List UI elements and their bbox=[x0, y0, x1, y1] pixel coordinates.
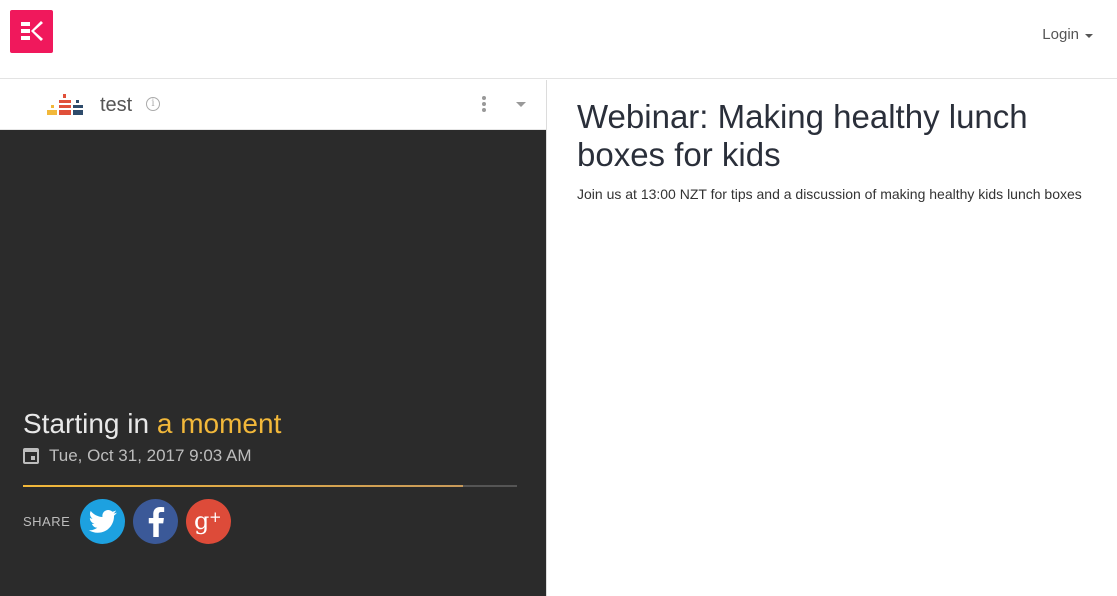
top-navbar: Login bbox=[0, 0, 1117, 79]
share-row: SHARE g + bbox=[23, 499, 232, 544]
event-date: Tue, Oct 31, 2017 9:03 AM bbox=[49, 446, 252, 465]
countdown-prefix: Starting in bbox=[23, 408, 150, 439]
event-player-panel: test i Starting in a moment Tue, Oct 31,… bbox=[0, 80, 546, 596]
kebab-menu-icon[interactable] bbox=[481, 96, 487, 114]
brand-logo-icon[interactable] bbox=[10, 10, 53, 53]
podium-bars-icon bbox=[47, 94, 83, 115]
chevron-down-icon[interactable] bbox=[516, 102, 526, 107]
caret-down-icon bbox=[1085, 33, 1093, 38]
countdown-heading: Starting in a moment bbox=[23, 408, 281, 440]
svg-text:g: g bbox=[194, 507, 209, 535]
twitter-icon[interactable] bbox=[80, 499, 126, 544]
channel-name[interactable]: test bbox=[100, 94, 132, 117]
info-icon[interactable]: i bbox=[146, 97, 160, 111]
event-description: Join us at 13:00 NZT for tips and a disc… bbox=[577, 186, 1082, 202]
channel-bar: test i bbox=[0, 80, 546, 130]
video-player[interactable]: Starting in a moment Tue, Oct 31, 2017 9… bbox=[0, 130, 546, 596]
event-title: Webinar: Making healthy lunch boxes for … bbox=[577, 98, 1028, 173]
event-details: Webinar: Making healthy lunch boxes for … bbox=[577, 98, 1107, 202]
share-label: SHARE bbox=[23, 514, 71, 529]
facebook-icon[interactable] bbox=[133, 499, 179, 544]
panel-divider bbox=[546, 80, 547, 596]
calendar-icon bbox=[23, 448, 39, 464]
event-date-row: Tue, Oct 31, 2017 9:03 AM bbox=[23, 446, 252, 466]
countdown-progress-bar bbox=[23, 485, 517, 487]
progress-fill bbox=[23, 485, 463, 487]
login-dropdown[interactable]: Login bbox=[1042, 26, 1093, 43]
login-label: Login bbox=[1042, 26, 1079, 43]
svg-text:+: + bbox=[209, 508, 222, 526]
google-plus-icon[interactable]: g + bbox=[186, 499, 232, 544]
countdown-highlight: a moment bbox=[156, 408, 282, 439]
